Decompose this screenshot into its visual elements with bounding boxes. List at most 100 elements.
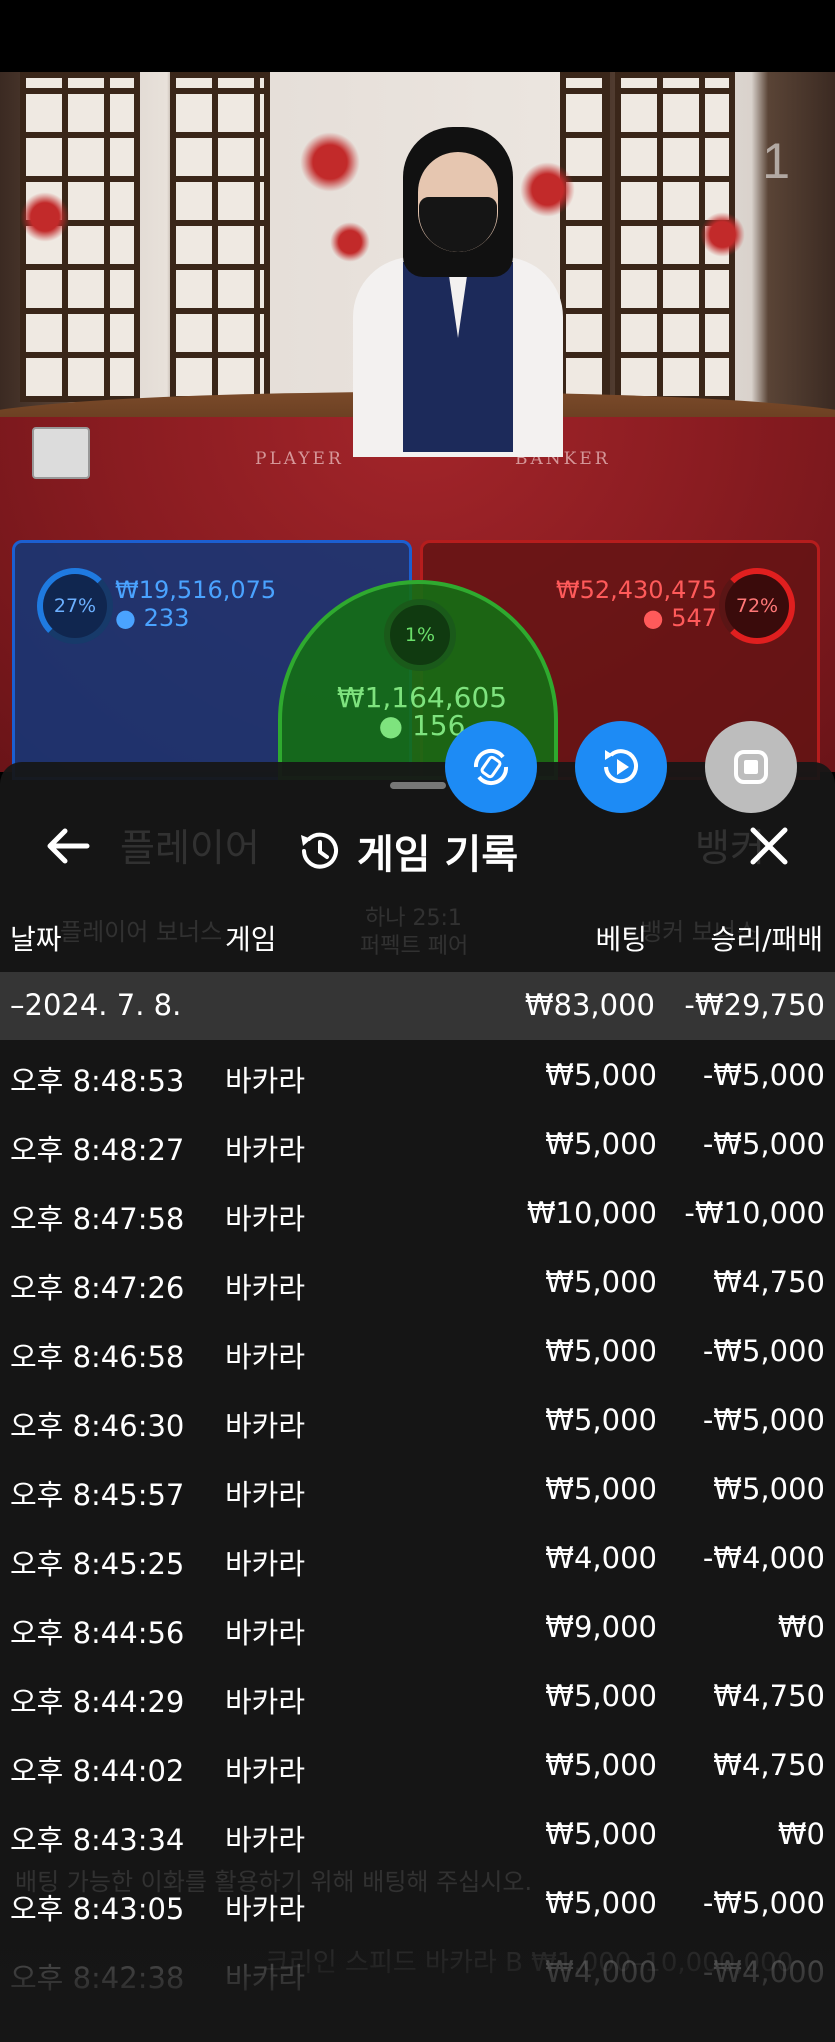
row-winloss: ₩0 xyxy=(777,1610,825,1644)
lattice-screen xyxy=(170,72,270,402)
person-icon: ● xyxy=(115,604,136,632)
player-bet-totals: ₩19,516,075 ● 233 xyxy=(115,576,276,632)
row-winloss: -₩4,000 xyxy=(702,1955,825,1989)
row-bet: ₩4,000 xyxy=(545,1541,657,1575)
row-winloss: ₩4,750 xyxy=(713,1679,825,1713)
row-time: 오후 8:44:02 xyxy=(10,1754,185,1788)
column-headers: 날짜 게임 베팅 승리/패배 xyxy=(0,910,835,960)
row-time: 오후 8:44:56 xyxy=(10,1616,185,1650)
history-row[interactable]: 오후 8:47:26 바카라 ₩5,000 ₩4,750 xyxy=(0,1247,835,1316)
history-row[interactable]: 오후 8:44:02 바카라 ₩5,000 ₩4,750 xyxy=(0,1730,835,1799)
history-row[interactable]: 오후 8:44:56 바카라 ₩9,000 ₩0 xyxy=(0,1592,835,1661)
row-bet: ₩5,000 xyxy=(545,1472,657,1506)
row-game: 바카라 xyxy=(225,1547,306,1581)
player-amount: ₩19,516,075 xyxy=(115,576,277,604)
history-icon xyxy=(301,832,338,869)
summary-date: –2024. 7. 8. xyxy=(10,988,182,1022)
column-winloss: 승리/패배 xyxy=(710,923,823,956)
row-time: 오후 8:47:26 xyxy=(10,1271,185,1305)
banker-amount: ₩52,430,475 xyxy=(555,576,717,604)
arrow-left-icon xyxy=(47,828,90,864)
person-icon: ● xyxy=(642,604,664,632)
row-bet: ₩5,000 xyxy=(545,1748,657,1782)
row-time: 오후 8:47:58 xyxy=(10,1202,185,1236)
row-game: 바카라 xyxy=(225,1340,306,1374)
back-button[interactable] xyxy=(42,820,94,872)
row-game: 바카라 xyxy=(225,1202,306,1236)
stop-button[interactable] xyxy=(705,721,797,813)
row-time: 오후 8:43:05 xyxy=(10,1892,185,1926)
row-bet: ₩5,000 xyxy=(545,1127,657,1161)
rotate-icon xyxy=(473,748,509,786)
row-bet: ₩10,000 xyxy=(526,1196,657,1230)
row-winloss: ₩5,000 xyxy=(713,1472,825,1506)
row-time: 오후 8:45:57 xyxy=(10,1478,185,1512)
history-row[interactable]: 오후 8:47:58 바카라 ₩10,000 -₩10,000 xyxy=(0,1178,835,1247)
page-title: 게임 기록 xyxy=(357,832,519,878)
row-game: 바카라 xyxy=(225,1478,306,1512)
game-history-sheet: 플레이어 뱅커 플레이어 보너스 하나 25:1 퍼펙트 페어 뱅커 보너스 배… xyxy=(0,762,835,2042)
history-row[interactable]: 오후 8:42:38 바카라 ₩4,000 -₩4,000 xyxy=(0,1937,835,2006)
row-bet: ₩5,000 xyxy=(545,1679,657,1713)
row-game: 바카라 xyxy=(225,1754,306,1788)
history-header: 게임 기록 xyxy=(0,802,835,892)
banker-percent: 72% xyxy=(735,595,779,617)
banker-bet-totals: ₩52,430,475 ● 547 xyxy=(556,576,717,632)
summary-bet: ₩83,000 xyxy=(524,988,655,1022)
player-percent: 27% xyxy=(53,595,97,617)
person-icon: ● xyxy=(378,709,404,742)
row-bet: ₩5,000 xyxy=(545,1403,657,1437)
history-row[interactable]: 오후 8:48:27 바카라 ₩5,000 -₩5,000 xyxy=(0,1109,835,1178)
row-winloss: -₩10,000 xyxy=(684,1196,825,1230)
history-row[interactable]: 오후 8:46:58 바카라 ₩5,000 -₩5,000 xyxy=(0,1316,835,1385)
replay-icon xyxy=(604,749,638,784)
history-row[interactable]: 오후 8:45:25 바카라 ₩4,000 -₩4,000 xyxy=(0,1523,835,1592)
row-winloss: ₩4,750 xyxy=(713,1748,825,1782)
summary-winloss: -₩29,750 xyxy=(684,988,825,1022)
row-time: 오후 8:43:34 xyxy=(10,1823,185,1857)
history-list: 오후 8:48:53 바카라 ₩5,000 -₩5,000 오후 8:48:27 바카라 ₩… xyxy=(0,1040,835,2006)
row-game: 바카라 xyxy=(225,1961,306,1995)
rotate-view-button[interactable] xyxy=(445,721,537,813)
blossom-decor xyxy=(700,212,745,257)
history-row[interactable]: 오후 8:48:53 바카라 ₩5,000 -₩5,000 xyxy=(0,1040,835,1109)
banker-percent-ring: 72% xyxy=(719,568,795,644)
row-game: 바카라 xyxy=(225,1685,306,1719)
row-bet: ₩5,000 xyxy=(545,1886,657,1920)
row-time: 오후 8:45:25 xyxy=(10,1547,185,1581)
player-percent-ring: 27% xyxy=(37,568,113,644)
row-winloss: ₩0 xyxy=(777,1817,825,1851)
row-bet: ₩5,000 xyxy=(545,1334,657,1368)
row-game: 바카라 xyxy=(225,1823,306,1857)
row-bet: ₩4,000 xyxy=(545,1955,657,1989)
close-icon xyxy=(750,827,788,865)
history-row[interactable]: 오후 8:46:30 바카라 ₩5,000 -₩5,000 xyxy=(0,1385,835,1454)
column-game: 게임 xyxy=(225,923,277,956)
sheet-grabber[interactable] xyxy=(390,782,446,789)
blossom-decor xyxy=(20,192,70,242)
history-row[interactable]: 오후 8:45:57 바카라 ₩5,000 ₩5,000 xyxy=(0,1454,835,1523)
stop-icon xyxy=(734,750,768,784)
tie-percent-ring: 1% xyxy=(384,599,456,671)
row-time: 오후 8:46:58 xyxy=(10,1340,185,1374)
close-button[interactable] xyxy=(743,820,795,872)
replay-button[interactable] xyxy=(575,721,667,813)
felt-player-label: PLAYER xyxy=(255,449,344,469)
round-counter: 1 xyxy=(762,133,790,189)
row-bet: ₩9,000 xyxy=(545,1610,657,1644)
row-bet: ₩5,000 xyxy=(545,1817,657,1851)
row-winloss: -₩5,000 xyxy=(702,1403,825,1437)
row-game: 바카라 xyxy=(225,1271,306,1305)
row-time: 오후 8:48:53 xyxy=(10,1064,185,1098)
history-row[interactable]: 오후 8:44:29 바카라 ₩5,000 ₩4,750 xyxy=(0,1661,835,1730)
row-time: 오후 8:44:29 xyxy=(10,1685,185,1719)
row-winloss: -₩5,000 xyxy=(702,1058,825,1092)
banker-count: 547 xyxy=(671,604,717,632)
row-bet: ₩5,000 xyxy=(545,1265,657,1299)
history-row[interactable]: 오후 8:43:05 바카라 ₩5,000 -₩5,000 xyxy=(0,1868,835,1937)
row-winloss: -₩4,000 xyxy=(702,1541,825,1575)
card-shoe xyxy=(32,427,90,479)
column-date: 날짜 xyxy=(10,923,62,956)
day-summary-row[interactable]: –2024. 7. 8. ₩83,000 -₩29,750 xyxy=(0,972,835,1040)
history-row[interactable]: 오후 8:43:34 바카라 ₩5,000 ₩0 xyxy=(0,1799,835,1868)
